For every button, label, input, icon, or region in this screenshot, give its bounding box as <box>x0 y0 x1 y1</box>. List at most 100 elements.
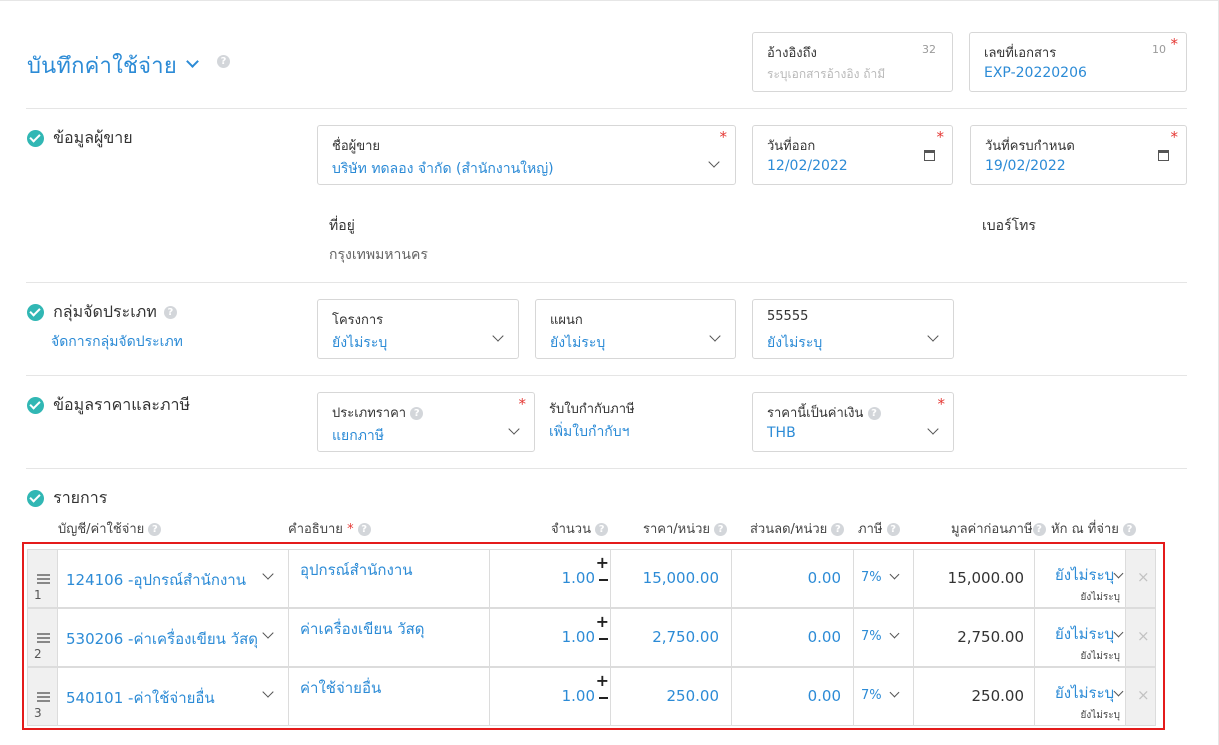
withholding-select[interactable]: ยังไม่ระบุ ยังไม่ระบุ <box>1035 668 1126 725</box>
increment-button[interactable]: + <box>596 612 609 631</box>
due-date-label: วันที่ครบกำหนด <box>985 139 1075 154</box>
quantity-stepper[interactable]: 1.00 + <box>490 550 611 607</box>
chevron-down-icon <box>889 628 900 639</box>
discount-value: 0.00 <box>807 628 841 646</box>
drag-handle-icon <box>37 574 50 576</box>
required-mark: * <box>518 395 527 413</box>
section-title: ข้อมูลผู้ขาย <box>53 128 133 147</box>
unit-price-value: 250.00 <box>666 687 720 705</box>
help-icon[interactable]: ? <box>595 523 609 536</box>
quantity-value: 1.00 <box>561 687 595 705</box>
help-icon[interactable]: ? <box>1032 523 1046 536</box>
help-icon[interactable]: ? <box>867 407 881 420</box>
remove-row-button[interactable]: × <box>1137 686 1150 704</box>
drag-handle[interactable]: 3 <box>28 668 58 725</box>
vendor-section-heading: ข้อมูลผู้ขาย <box>27 126 133 151</box>
calendar-icon[interactable] <box>924 150 935 161</box>
address-value: กรุงเทพมหานคร <box>329 247 428 263</box>
vat-select[interactable]: 7% <box>854 550 914 607</box>
currency-select[interactable]: ราคานี้เป็นค่าเงิน ? * THB <box>752 392 954 452</box>
discount-input[interactable]: 0.00 <box>732 668 854 725</box>
manage-classification-link[interactable]: จัดการกลุ่มจัดประเภท <box>51 331 183 353</box>
withholding-value: ยังไม่ระบุ <box>1055 566 1115 584</box>
unit-price-input[interactable]: 2,750.00 <box>611 609 732 666</box>
help-icon[interactable]: ? <box>831 523 845 536</box>
vendor-name-select[interactable]: ชื่อผู้ขาย * บริษัท ทดลอง จำกัด (สำนักงา… <box>317 125 736 185</box>
pre-tax-value-cell: 2,750.00 <box>914 609 1035 666</box>
chevron-down-icon <box>262 627 274 639</box>
add-tax-invoice-link[interactable]: เพิ่มใบกำกับฯ <box>549 421 630 443</box>
column-header-quantity: จำนวน ? <box>551 518 609 539</box>
reference-label: อ้างอิงถึง <box>767 46 817 61</box>
issue-date-field[interactable]: วันที่ออก * 12/02/2022 <box>752 125 953 185</box>
discount-input[interactable]: 0.00 <box>732 609 854 666</box>
help-icon[interactable]: ? <box>163 306 177 319</box>
help-icon[interactable]: ? <box>714 523 728 536</box>
address-label: ที่อยู่ <box>329 218 355 234</box>
help-icon[interactable]: ? <box>148 523 162 536</box>
pre-tax-value: 15,000.00 <box>947 569 1024 587</box>
account-select[interactable]: 540101 -ค่าใช้จ่ายอื่น <box>58 668 289 725</box>
reference-field[interactable]: อ้างอิงถึง 32 ระบุเอกสารอ้างอิง ถ้ามี <box>752 32 953 92</box>
help-icon[interactable]: ? <box>410 407 424 420</box>
vat-select[interactable]: 7% <box>854 609 914 666</box>
increment-button[interactable]: + <box>596 553 609 572</box>
discount-value: 0.00 <box>807 687 841 705</box>
project-select[interactable]: โครงการ ยังไม่ระบุ <box>317 299 519 359</box>
chevron-down-icon <box>1113 627 1124 638</box>
description-input[interactable]: อุปกรณ์สำนักงาน <box>289 550 490 607</box>
withholding-sub-value: ยังไม่ระบุ <box>1080 710 1120 721</box>
chevron-down-icon <box>708 156 720 168</box>
increment-button[interactable]: + <box>596 671 609 690</box>
quantity-stepper[interactable]: 1.00 + <box>490 668 611 725</box>
vat-select[interactable]: 7% <box>854 668 914 725</box>
chevron-down-icon <box>927 423 939 435</box>
help-icon[interactable]: ? <box>1123 523 1137 536</box>
description-value: ค่าเครื่องเขียน วัสดุ <box>300 620 425 638</box>
calendar-icon[interactable] <box>1158 150 1169 161</box>
divider <box>26 282 1187 283</box>
help-icon[interactable]: ? <box>886 523 900 536</box>
account-select[interactable]: 124106 -อุปกรณ์สำนักงาน <box>58 550 289 607</box>
price-type-select[interactable]: ประเภทราคา ? * แยกภาษี <box>317 392 535 452</box>
description-input[interactable]: ค่าเครื่องเขียน วัสดุ <box>289 609 490 666</box>
column-header-withholding: หัก ณ ที่จ่าย ? <box>1051 518 1137 539</box>
row-number: 1 <box>34 588 42 602</box>
chevron-down-icon <box>492 330 504 342</box>
page-title-dropdown[interactable]: บันทึกค่าใช้จ่าย <box>27 48 199 83</box>
doc-number-field[interactable]: เลขที่เอกสาร 10 * EXP-20220206 <box>969 32 1187 92</box>
withholding-select[interactable]: ยังไม่ระบุ ยังไม่ระบุ <box>1035 609 1126 666</box>
phone-label: เบอร์โทร <box>982 218 1036 234</box>
decrement-button[interactable] <box>599 697 608 699</box>
discount-input[interactable]: 0.00 <box>732 550 854 607</box>
description-input[interactable]: ค่าใช้จ่ายอื่น <box>289 668 490 725</box>
decrement-button[interactable] <box>599 638 608 640</box>
account-select[interactable]: 530206 -ค่าเครื่องเขียน วัสดุ <box>58 609 289 666</box>
department-select[interactable]: แผนก ยังไม่ระบุ <box>535 299 736 359</box>
pre-tax-value-cell: 250.00 <box>914 668 1035 725</box>
chevron-down-icon <box>889 569 900 580</box>
currency-label: ราคานี้เป็นค่าเงิน <box>767 406 864 421</box>
drag-handle[interactable]: 2 <box>28 609 58 666</box>
column-header-pre-tax: มูลค่าก่อนภาษี? <box>951 518 1046 539</box>
divider <box>26 108 1187 109</box>
custom-group-select[interactable]: 55555 ยังไม่ระบุ <box>752 299 954 359</box>
row-number: 3 <box>34 706 42 720</box>
quantity-stepper[interactable]: 1.00 + <box>490 609 611 666</box>
help-icon[interactable]: ? <box>217 55 230 68</box>
drag-handle[interactable]: 1 <box>28 550 58 607</box>
decrement-button[interactable] <box>599 579 608 581</box>
required-mark: * <box>1170 35 1179 53</box>
price-type-value: แยกภาษี <box>332 428 385 444</box>
quantity-value: 1.00 <box>561 628 595 646</box>
due-date-value: 19/02/2022 <box>985 158 1066 174</box>
remove-row-button[interactable]: × <box>1137 568 1150 586</box>
withholding-select[interactable]: ยังไม่ระบุ ยังไม่ระบุ <box>1035 550 1126 607</box>
remove-row-button[interactable]: × <box>1137 627 1150 645</box>
unit-price-input[interactable]: 15,000.00 <box>611 550 732 607</box>
help-icon[interactable]: ? <box>357 523 371 536</box>
unit-price-input[interactable]: 250.00 <box>611 668 732 725</box>
withholding-sub-value: ยังไม่ระบุ <box>1080 651 1120 662</box>
currency-label-wrap: ราคานี้เป็นค่าเงิน ? <box>767 402 881 423</box>
due-date-field[interactable]: วันที่ครบกำหนด * 19/02/2022 <box>970 125 1187 185</box>
